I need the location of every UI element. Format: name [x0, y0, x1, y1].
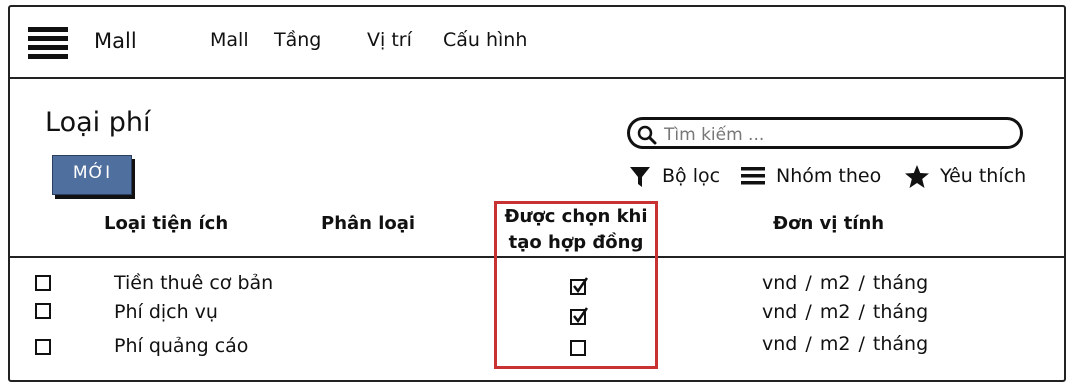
search-box[interactable] — [627, 117, 1023, 149]
favorites-label: Yêu thích — [940, 165, 1027, 187]
column-header-utility-type: Loại tiện ích — [104, 213, 229, 234]
new-button[interactable]: MỚI — [52, 155, 132, 195]
app-brand: Mall — [94, 29, 137, 53]
unchecked-checkbox-icon[interactable] — [570, 338, 588, 356]
checked-checkbox-icon[interactable] — [570, 277, 588, 295]
list-icon — [741, 167, 765, 185]
row-select-checkbox[interactable] — [35, 303, 51, 319]
nav-item-mall[interactable]: Mall — [210, 29, 249, 51]
row-unit: vnd / m2 / tháng — [762, 272, 929, 294]
top-navbar: Mall Mall Tầng Vị trí Cấu hình — [10, 7, 1064, 79]
table-row[interactable]: Phí dịch vụ vnd / m2 / tháng — [10, 301, 1064, 331]
row-select-checkbox[interactable] — [35, 339, 51, 355]
app-window: Mall Mall Tầng Vị trí Cấu hình Loại phí … — [8, 5, 1066, 382]
row-name: Tiền thuê cơ bản — [114, 272, 274, 294]
nav-item-location[interactable]: Vị trí — [367, 29, 412, 51]
table-row[interactable]: Phí quảng cáo vnd / m2 / tháng — [10, 333, 1064, 363]
page-title: Loại phí — [45, 107, 151, 138]
filter-icon — [630, 167, 650, 187]
column-header-unit: Đơn vị tính — [773, 213, 885, 234]
row-select-checkbox[interactable] — [35, 275, 51, 291]
star-icon — [905, 165, 929, 188]
row-unit: vnd / m2 / tháng — [762, 333, 929, 355]
column-header-category: Phân loại — [321, 213, 416, 234]
row-name: Phí quảng cáo — [114, 335, 249, 357]
search-input[interactable] — [662, 122, 1006, 148]
checked-checkbox-icon[interactable] — [570, 307, 588, 325]
row-name: Phí dịch vụ — [114, 301, 218, 323]
search-icon — [637, 125, 657, 145]
nav-item-config[interactable]: Cấu hình — [443, 29, 527, 51]
menu-icon[interactable] — [28, 27, 68, 59]
filter-label: Bộ lọc — [662, 165, 721, 187]
group-by-label: Nhóm theo — [776, 165, 882, 187]
table-row[interactable]: Tiền thuê cơ bản vnd / m2 / tháng — [10, 271, 1064, 301]
row-unit: vnd / m2 / tháng — [762, 301, 929, 323]
nav-item-floor[interactable]: Tầng — [274, 29, 321, 51]
